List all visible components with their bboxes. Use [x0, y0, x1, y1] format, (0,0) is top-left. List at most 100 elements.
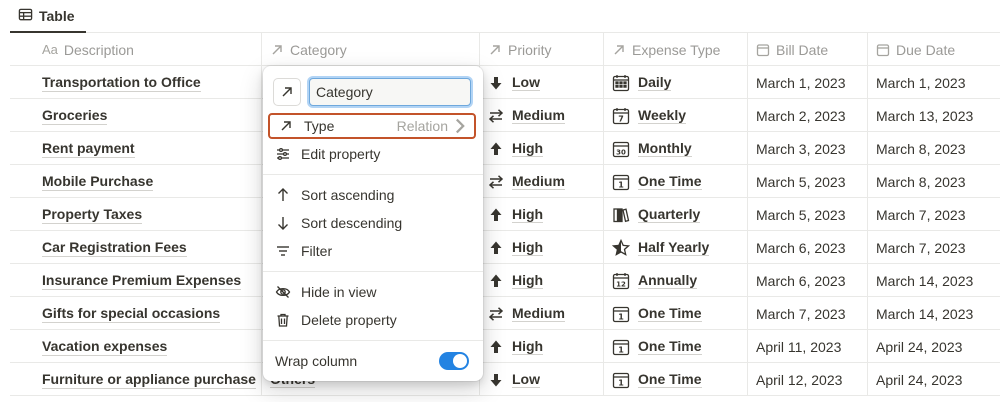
- priority-text[interactable]: High: [512, 338, 544, 355]
- description-cell[interactable]: Insurance Premium Expenses: [10, 264, 262, 297]
- description-cell[interactable]: Gifts for special occasions: [10, 297, 262, 330]
- due-date-cell[interactable]: March 8, 2023: [868, 165, 1000, 198]
- priority-cell[interactable]: Medium: [480, 165, 604, 198]
- table-row[interactable]: Gifts for special occasions Medium 1 One …: [10, 297, 1000, 330]
- column-header-category[interactable]: Category: [262, 33, 480, 66]
- table-row[interactable]: Groceries Medium 7 Weekly March 2, 2023 M…: [10, 99, 1000, 132]
- priority-cell[interactable]: High: [480, 330, 604, 363]
- priority-text[interactable]: High: [512, 140, 544, 157]
- column-header-description[interactable]: Aa Description: [10, 33, 262, 66]
- property-type-item[interactable]: Type Relation: [268, 113, 476, 139]
- description-cell[interactable]: Mobile Purchase: [10, 165, 262, 198]
- bill-date-cell[interactable]: March 5, 2023: [748, 165, 868, 198]
- expense-type-text[interactable]: One Time: [638, 371, 702, 388]
- due-date-cell[interactable]: March 14, 2023: [868, 264, 1000, 297]
- delete-property-item[interactable]: Delete property: [267, 306, 479, 334]
- priority-text[interactable]: High: [512, 239, 544, 256]
- expense-type-text[interactable]: Annually: [638, 272, 698, 289]
- due-date-cell[interactable]: March 7, 2023: [868, 198, 1000, 231]
- description-text[interactable]: Car Registration Fees: [42, 239, 187, 257]
- priority-cell[interactable]: High: [480, 132, 604, 165]
- table-row[interactable]: Vacation expenses High 1 One Time April 1…: [10, 330, 1000, 363]
- expense-type-cell[interactable]: 1 One Time: [604, 330, 748, 363]
- description-text[interactable]: Mobile Purchase: [42, 173, 154, 191]
- expense-type-cell[interactable]: 1 One Time: [604, 297, 748, 330]
- sort-descending-item[interactable]: Sort descending: [267, 209, 479, 237]
- due-date-cell[interactable]: April 24, 2023: [868, 363, 1000, 396]
- priority-cell[interactable]: Low: [480, 363, 604, 396]
- bill-date-cell[interactable]: March 3, 2023: [748, 132, 868, 165]
- column-header-expense-type[interactable]: Expense Type: [604, 33, 748, 66]
- table-row[interactable]: Car Registration Fees High Half Yearly M…: [10, 231, 1000, 264]
- description-text[interactable]: Insurance Premium Expenses: [42, 272, 242, 290]
- priority-cell[interactable]: Medium: [480, 99, 604, 132]
- due-date-cell[interactable]: April 24, 2023: [868, 330, 1000, 363]
- expense-type-cell[interactable]: Half Yearly: [604, 231, 748, 264]
- table-row[interactable]: Property Taxes High Quarterly March 5, 2…: [10, 198, 1000, 231]
- due-date-cell[interactable]: March 14, 2023: [868, 297, 1000, 330]
- table-view-tab[interactable]: Table: [10, 0, 86, 33]
- table-row[interactable]: Furniture or appliance purchase Others L…: [10, 363, 1000, 396]
- description-text[interactable]: Gifts for special occasions: [42, 305, 221, 323]
- due-date-cell[interactable]: March 1, 2023: [868, 66, 1000, 99]
- priority-cell[interactable]: Low: [480, 66, 604, 99]
- priority-text[interactable]: Low: [512, 74, 540, 91]
- expense-type-text[interactable]: One Time: [638, 338, 702, 355]
- priority-cell[interactable]: High: [480, 231, 604, 264]
- expense-type-cell[interactable]: 12 Annually: [604, 264, 748, 297]
- description-cell[interactable]: Vacation expenses: [10, 330, 262, 363]
- table-row[interactable]: Insurance Premium Expenses High 12 Annual…: [10, 264, 1000, 297]
- bill-date-cell[interactable]: April 11, 2023: [748, 330, 868, 363]
- due-date-cell[interactable]: March 13, 2023: [868, 99, 1000, 132]
- priority-text[interactable]: High: [512, 206, 544, 223]
- description-cell[interactable]: Transportation to Office: [10, 66, 262, 99]
- expense-type-cell[interactable]: 1 One Time: [604, 165, 748, 198]
- table-row[interactable]: Rent payment High 30 Monthly March 3, 202…: [10, 132, 1000, 165]
- priority-text[interactable]: High: [512, 272, 544, 289]
- description-text[interactable]: Groceries: [42, 107, 108, 125]
- expense-type-text[interactable]: One Time: [638, 305, 702, 322]
- hide-in-view-item[interactable]: Hide in view: [267, 278, 479, 306]
- priority-text[interactable]: Low: [512, 371, 540, 388]
- sort-ascending-item[interactable]: Sort ascending: [267, 181, 479, 209]
- due-date-cell[interactable]: March 8, 2023: [868, 132, 1000, 165]
- description-cell[interactable]: Property Taxes: [10, 198, 262, 231]
- column-header-due-date[interactable]: Due Date: [868, 33, 1000, 66]
- table-row[interactable]: Transportation to Office Low Daily March…: [10, 66, 1000, 99]
- bill-date-cell[interactable]: March 5, 2023: [748, 198, 868, 231]
- expense-type-cell[interactable]: Daily: [604, 66, 748, 99]
- expense-type-cell[interactable]: 7 Weekly: [604, 99, 748, 132]
- expense-type-text[interactable]: Half Yearly: [638, 239, 710, 256]
- priority-text[interactable]: Medium: [512, 305, 565, 322]
- expense-type-cell[interactable]: 30 Monthly: [604, 132, 748, 165]
- description-text[interactable]: Transportation to Office: [42, 74, 201, 92]
- description-cell[interactable]: Rent payment: [10, 132, 262, 165]
- bill-date-cell[interactable]: March 2, 2023: [748, 99, 868, 132]
- expense-type-text[interactable]: Weekly: [638, 107, 686, 124]
- description-cell[interactable]: Furniture or appliance purchase: [10, 363, 262, 396]
- priority-cell[interactable]: High: [480, 198, 604, 231]
- description-text[interactable]: Vacation expenses: [42, 338, 168, 356]
- expense-type-text[interactable]: Daily: [638, 74, 672, 91]
- column-header-bill-date[interactable]: Bill Date: [748, 33, 868, 66]
- priority-cell[interactable]: Medium: [480, 297, 604, 330]
- priority-text[interactable]: Medium: [512, 173, 565, 190]
- description-cell[interactable]: Car Registration Fees: [10, 231, 262, 264]
- description-text[interactable]: Furniture or appliance purchase: [42, 371, 256, 389]
- bill-date-cell[interactable]: March 7, 2023: [748, 297, 868, 330]
- description-cell[interactable]: Groceries: [10, 99, 262, 132]
- expense-type-cell[interactable]: 1 One Time: [604, 363, 748, 396]
- edit-property-item[interactable]: Edit property: [267, 140, 479, 168]
- bill-date-cell[interactable]: March 1, 2023: [748, 66, 868, 99]
- bill-date-cell[interactable]: April 12, 2023: [748, 363, 868, 396]
- priority-text[interactable]: Medium: [512, 107, 565, 124]
- property-name-input[interactable]: [309, 78, 471, 106]
- property-icon-button[interactable]: [273, 78, 301, 106]
- description-text[interactable]: Rent payment: [42, 140, 135, 158]
- expense-type-text[interactable]: Monthly: [638, 140, 692, 157]
- description-text[interactable]: Property Taxes: [42, 206, 143, 224]
- expense-type-cell[interactable]: Quarterly: [604, 198, 748, 231]
- wrap-column-toggle[interactable]: [439, 352, 469, 370]
- bill-date-cell[interactable]: March 6, 2023: [748, 231, 868, 264]
- expense-type-text[interactable]: Quarterly: [638, 206, 701, 223]
